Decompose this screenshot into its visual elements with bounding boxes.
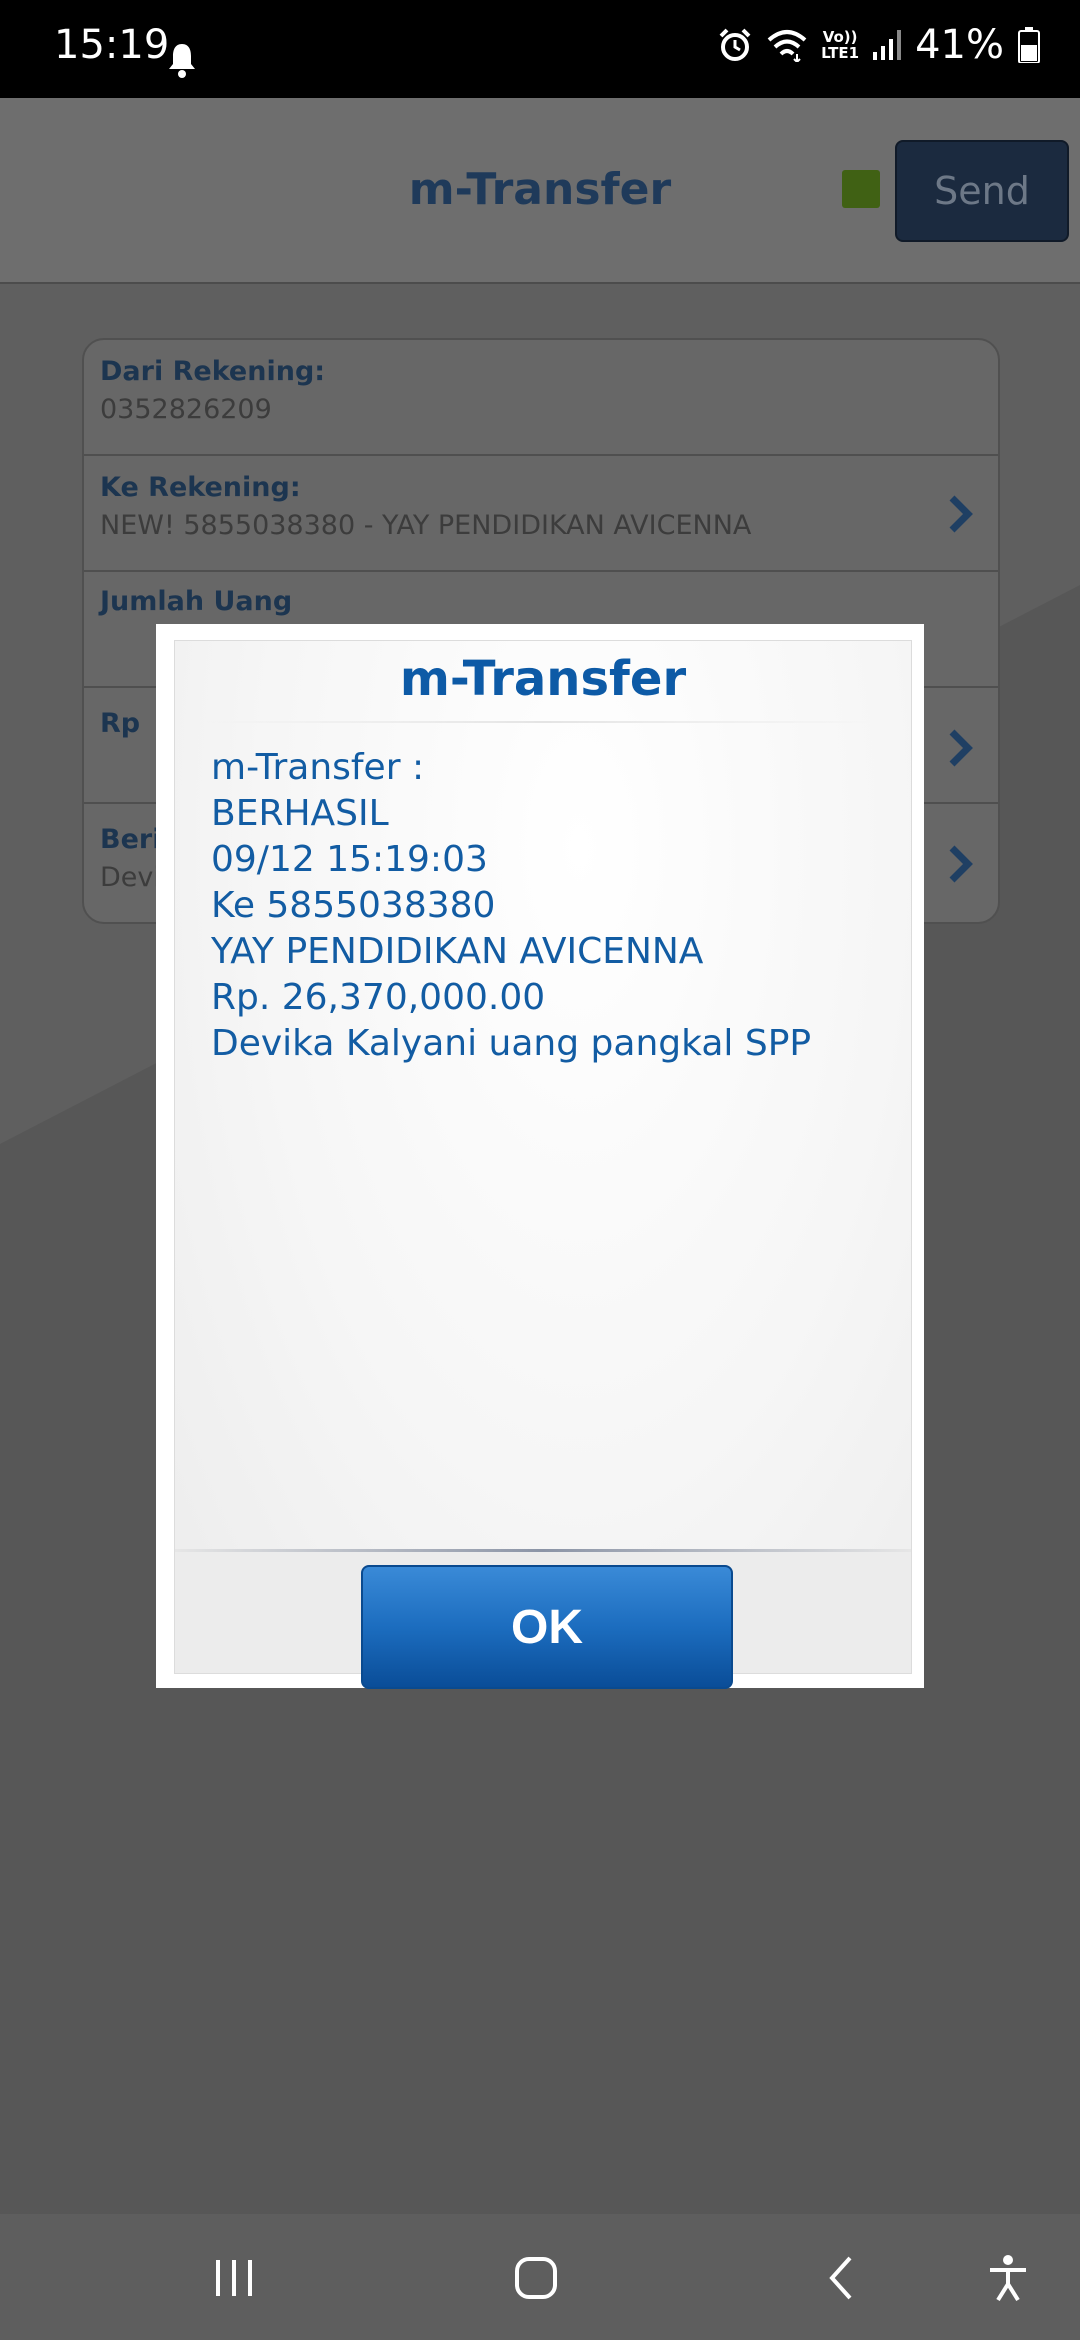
form-row-value: NEW! 5855038380 - YAY PENDIDIKAN AVICENN… [100, 510, 752, 541]
send-button[interactable]: Send [895, 140, 1069, 242]
dialog-message-line: Ke 5855038380 [211, 885, 496, 926]
recent-apps-icon[interactable] [212, 2254, 256, 2302]
signal-icon [873, 30, 902, 60]
form-row-source-account: Dari Rekening: 0352826209 [84, 340, 998, 456]
dialog-message: m-Transfer : BERHASIL 09/12 15:19:03 Ke … [211, 745, 811, 1067]
dialog-message-line: Devika Kalyani uang pangkal SPP [211, 1023, 812, 1064]
form-row-value: 0352826209 [100, 394, 272, 425]
dialog-message-line: Rp. 26,370,000.00 [211, 977, 546, 1018]
transfer-result-dialog: m-Transfer m-Transfer : BERHASIL 09/12 1… [156, 624, 924, 1689]
status-icons: Vo)) LTE1 41% [717, 20, 1040, 70]
dialog-footer: OK [175, 1549, 911, 1689]
dialog-title: m-Transfer [399, 651, 687, 707]
dialog-message-line: BERHASIL [211, 793, 389, 834]
form-row-label: Rp [100, 708, 141, 739]
form-row-label: Ke Rekening: [100, 472, 301, 503]
dialog-message-line: 09/12 15:19:03 [211, 839, 488, 880]
ok-button[interactable]: OK [361, 1565, 733, 1689]
volte-icon: Vo)) LTE1 [821, 28, 860, 62]
back-icon[interactable] [822, 2254, 862, 2302]
chevron-right-icon [949, 729, 973, 767]
bell-icon [169, 44, 195, 78]
home-icon[interactable] [512, 2254, 560, 2302]
form-row-label: Jumlah Uang [100, 586, 293, 617]
wifi-icon [767, 30, 807, 62]
chevron-right-icon [949, 495, 973, 533]
dialog-footer-divider [175, 1549, 911, 1552]
battery-percent: 41% [915, 22, 1004, 68]
accessibility-icon[interactable] [986, 2254, 1030, 2302]
form-row-destination-account[interactable]: Ke Rekening: NEW! 5855038380 - YAY PENDI… [84, 456, 998, 572]
dialog-message-line: m-Transfer : [211, 747, 425, 788]
app-header: m-Transfer Send [0, 98, 1080, 284]
dialog-body: m-Transfer m-Transfer : BERHASIL 09/12 1… [174, 640, 912, 1689]
status-bar: 15:19 Vo)) LTE1 41% [0, 0, 1080, 98]
chevron-right-icon [949, 845, 973, 883]
alarm-icon [719, 28, 751, 61]
battery-icon [1018, 27, 1040, 63]
connection-status-indicator [842, 170, 880, 208]
form-row-label: Dari Rekening: [100, 356, 326, 387]
form-row-value: Devi [100, 862, 161, 893]
system-nav-bar [0, 2214, 1080, 2340]
dialog-divider [205, 721, 881, 723]
status-time: 15:19 [54, 22, 170, 68]
dialog-message-line: YAY PENDIDIKAN AVICENNA [211, 931, 704, 972]
